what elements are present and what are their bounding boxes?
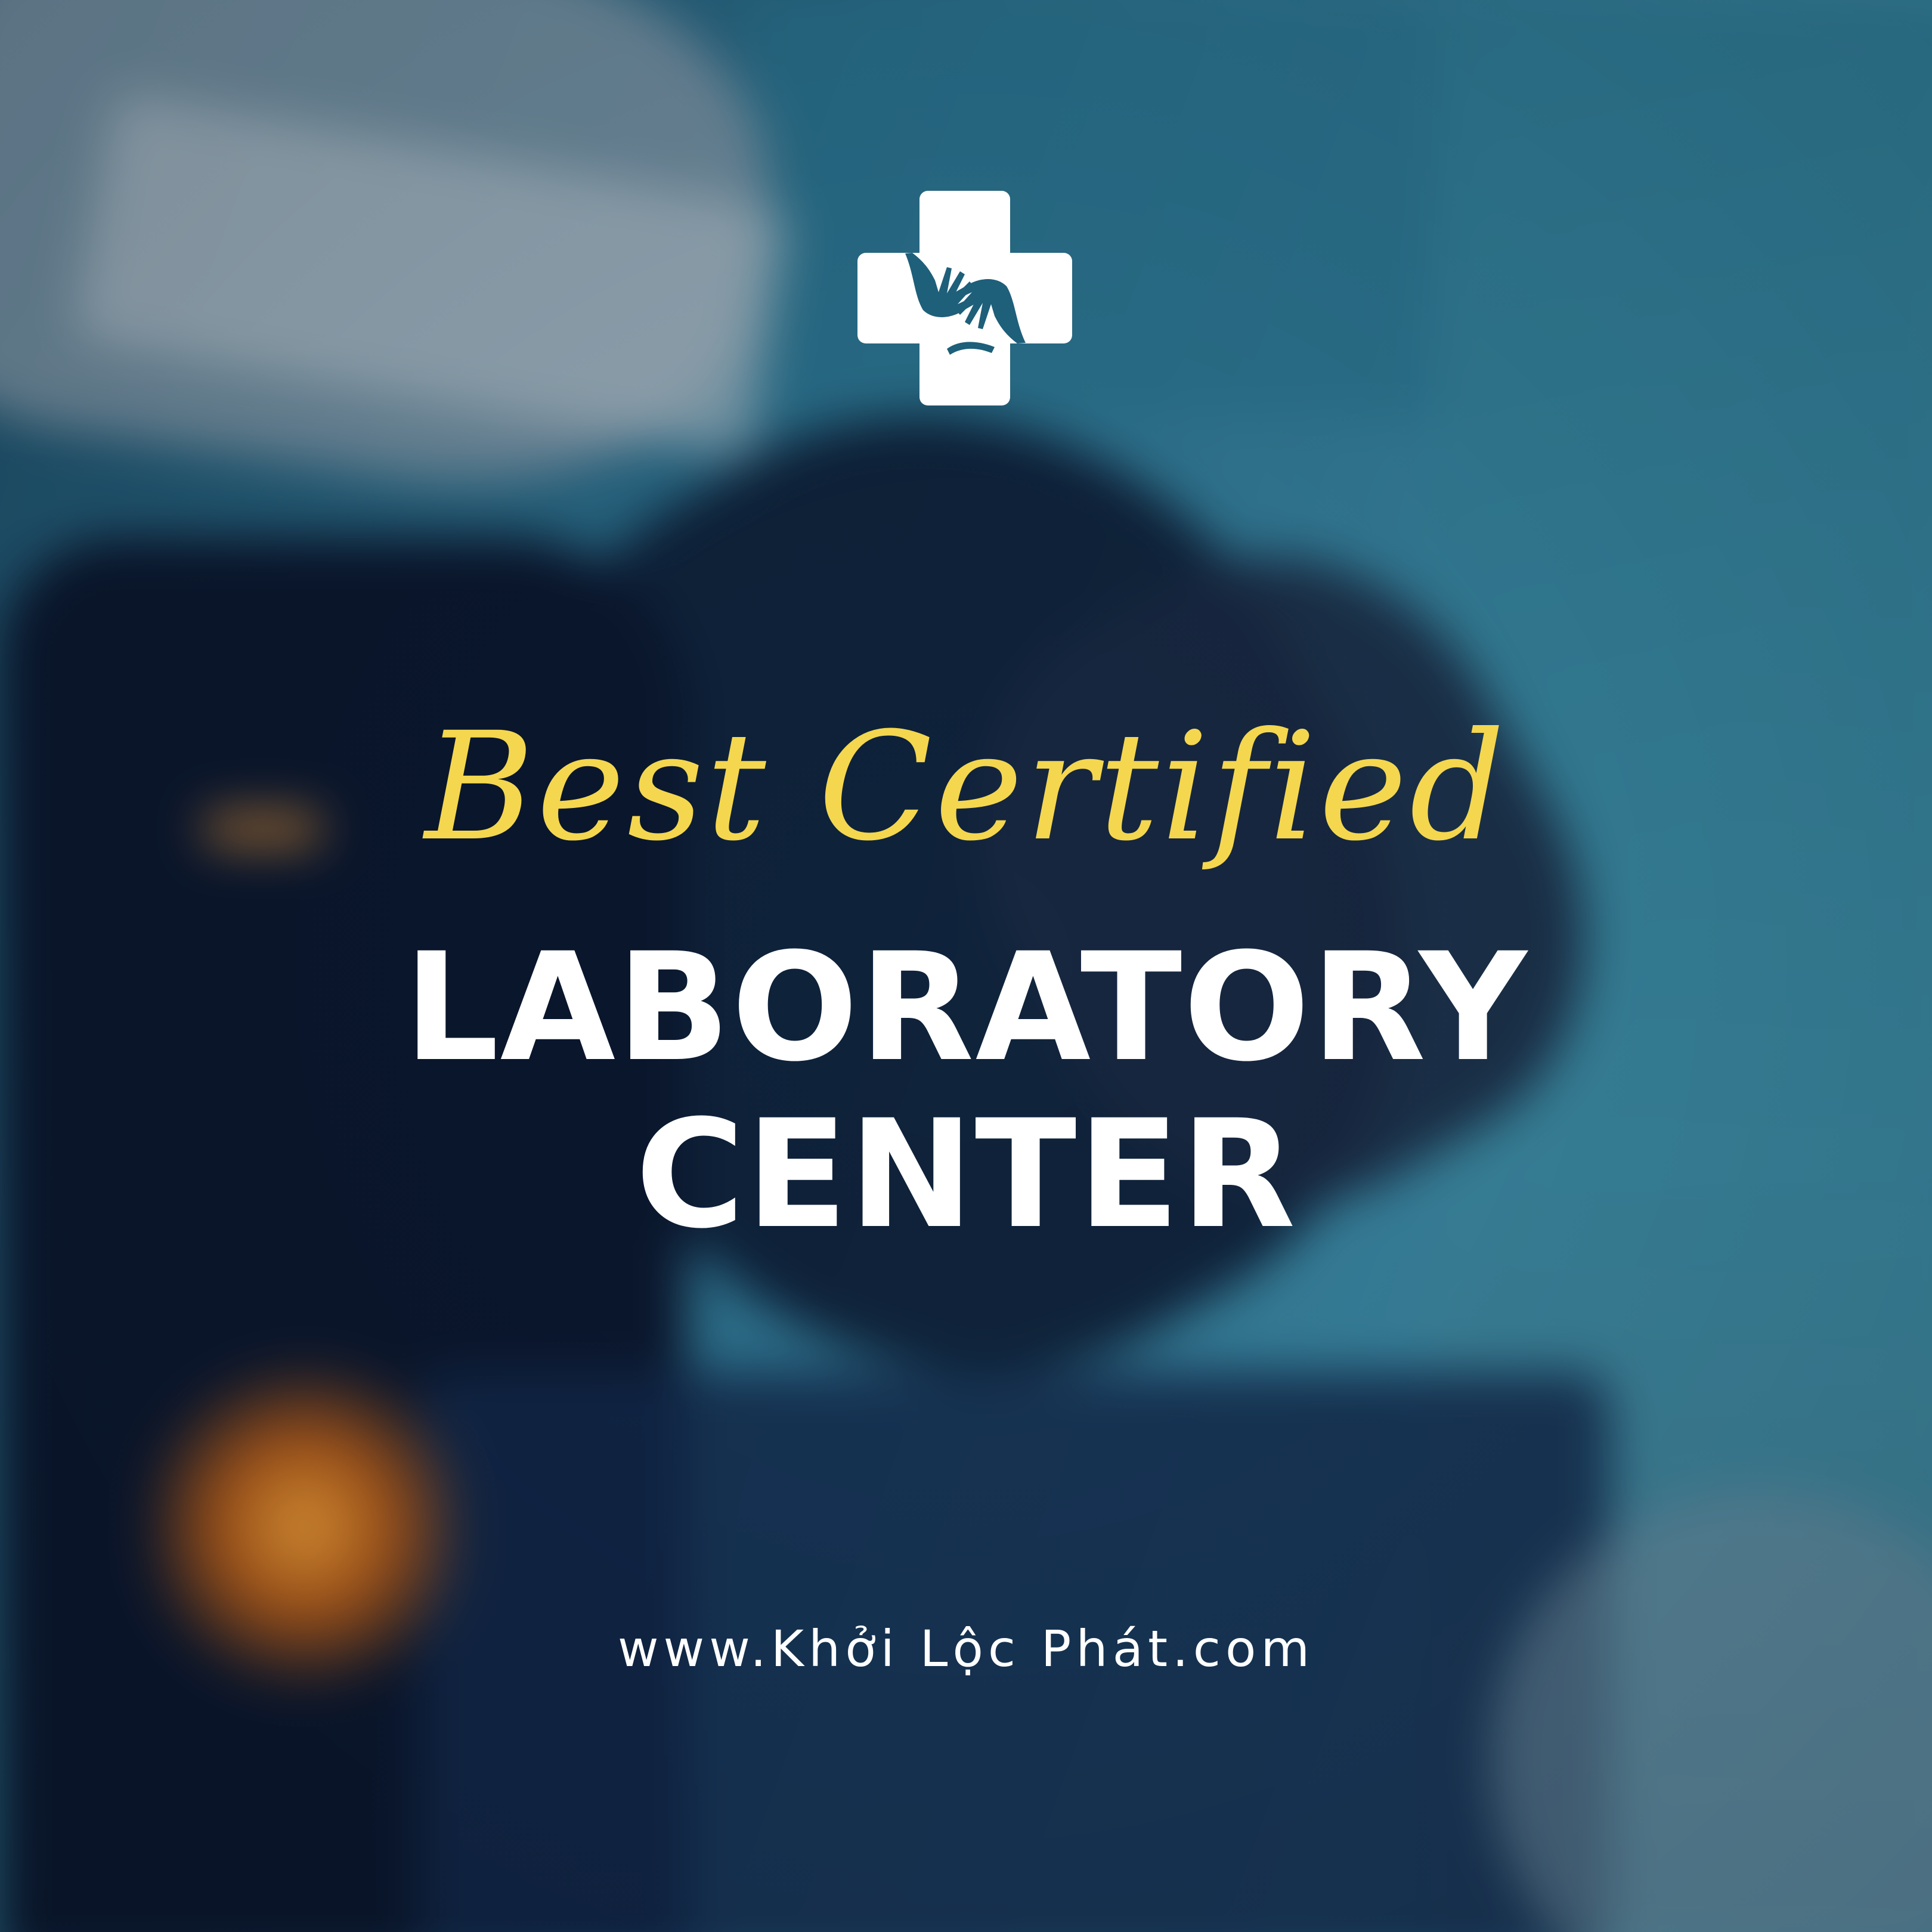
headline-line-2: CENTER (635, 1088, 1297, 1261)
poster: Best Certified LABORATORY CENTER www.Khở… (0, 0, 1932, 1932)
headline-line-1: LABORATORY (404, 921, 1528, 1094)
tagline: Best Certified (425, 700, 1507, 874)
website-link[interactable]: www.Khởi Lộc Phát.com (0, 1619, 1932, 1679)
medical-cross-hands-icon (857, 191, 1072, 405)
